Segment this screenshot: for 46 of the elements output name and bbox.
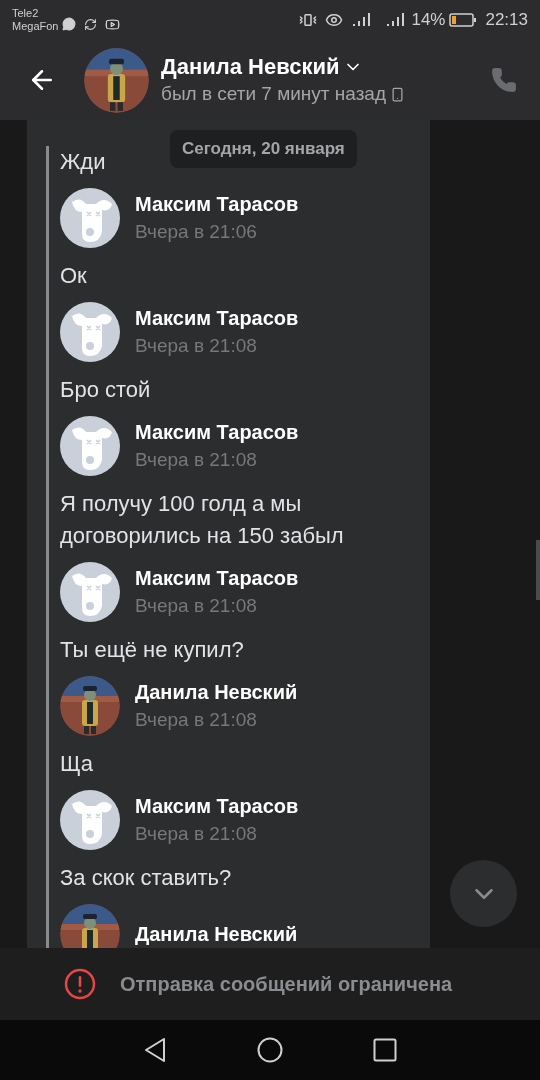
battery-icon [449, 12, 478, 28]
recents-nav-icon[interactable] [373, 1038, 397, 1062]
warning-icon [64, 968, 96, 1000]
message-text: Бро стой [60, 376, 151, 404]
message-text: Ты ещё не купил? [60, 636, 244, 664]
vibrate-icon [299, 11, 318, 29]
date-badge: Сегодня, 20 января [170, 130, 357, 168]
chat-icon [62, 17, 77, 31]
home-nav-icon[interactable] [257, 1037, 283, 1063]
message-text: За скок ставить? [60, 864, 232, 892]
message-time: Вчера в 21:08 [135, 822, 258, 846]
phone-device-icon [390, 86, 405, 102]
carrier-name: Tele2 [12, 7, 40, 20]
contact-name[interactable]: Данила Невский [161, 53, 340, 81]
author-name: Данила Невский [135, 922, 298, 947]
sync-icon [84, 17, 98, 31]
restriction-notice: Отправка сообщений ограничена [120, 972, 453, 997]
dog-avatar-icon [60, 302, 120, 362]
video-icon [105, 16, 121, 32]
message-time: Вчера в 21:08 [135, 334, 258, 358]
author-name: Максим Тарасов [135, 420, 299, 445]
message-text: Ща [60, 750, 94, 778]
author-name: Данила Невский [135, 680, 298, 705]
carrier-name: MegaFon [12, 20, 59, 33]
message-text: Ок [60, 262, 87, 290]
last-seen-status: был в сети 7 минут назад [161, 82, 386, 106]
author-name: Максим Тарасов [135, 794, 299, 819]
eye-icon [325, 11, 344, 29]
author-name: Максим Тарасов [135, 192, 299, 217]
message-time: Вчера в 21:08 [135, 448, 258, 472]
scrollbar [536, 540, 540, 600]
clock: 22:13 [485, 9, 528, 32]
message-time: Вчера в 21:08 [135, 708, 258, 732]
message-time: Вчера в 21:06 [135, 220, 258, 244]
battery-percent: 14% [411, 9, 446, 32]
message-time: Вчера в 21:08 [135, 594, 258, 618]
dog-avatar-icon [60, 188, 120, 248]
message-text: Жди [60, 148, 106, 176]
author-name: Максим Тарасов [135, 306, 299, 331]
dog-avatar-icon [60, 562, 120, 622]
dog-avatar-icon [60, 790, 120, 850]
author-name: Максим Тарасов [135, 566, 299, 591]
phone-icon[interactable] [491, 67, 517, 93]
back-nav-icon[interactable] [143, 1037, 167, 1063]
dog-avatar-icon [60, 416, 120, 476]
message-text: Я получу 100 голд а мы договорились на 150 забыл [60, 490, 345, 550]
